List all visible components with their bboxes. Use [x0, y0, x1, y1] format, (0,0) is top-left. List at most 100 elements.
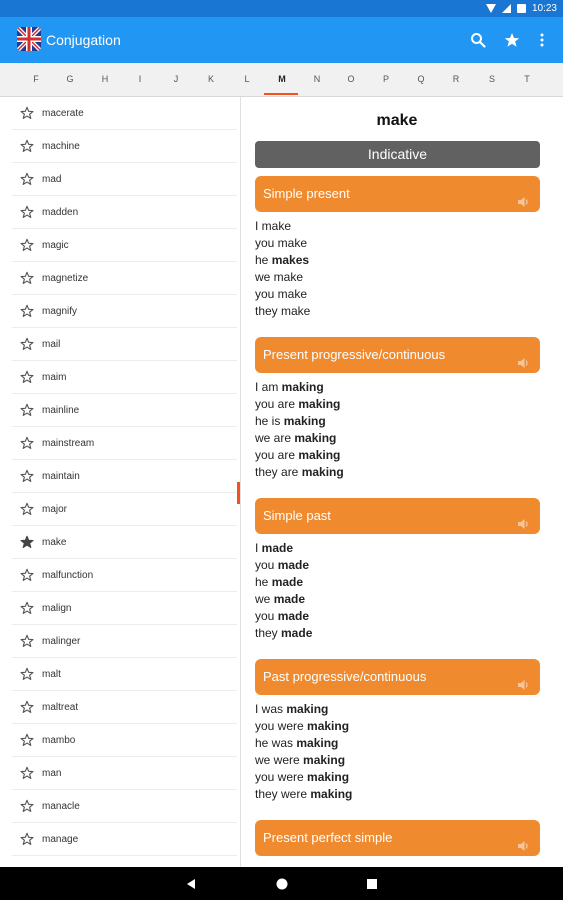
word-list-item[interactable]: mad — [12, 163, 237, 196]
system-nav-bar — [0, 867, 563, 900]
star-outline-icon[interactable] — [20, 106, 34, 120]
scrollbar-thumb[interactable] — [237, 482, 240, 504]
star-outline-icon[interactable] — [20, 733, 34, 747]
tense-header[interactable]: Simple present — [255, 176, 540, 212]
word-list-item[interactable]: malinger — [12, 625, 237, 658]
star-outline-icon[interactable] — [20, 667, 34, 681]
speaker-icon[interactable] — [516, 187, 530, 207]
word-label: malign — [42, 602, 72, 614]
star-outline-icon[interactable] — [20, 139, 34, 153]
letter-tab-s[interactable]: S — [482, 74, 502, 84]
word-list-item[interactable]: manage — [12, 823, 237, 856]
star-outline-icon[interactable] — [20, 502, 34, 516]
word-list-item[interactable]: manacle — [12, 790, 237, 823]
word-list-item[interactable]: man — [12, 757, 237, 790]
letter-tab-q[interactable]: Q — [411, 74, 431, 84]
word-list-item[interactable]: magnetize — [12, 262, 237, 295]
star-outline-icon[interactable] — [20, 436, 34, 450]
back-icon[interactable] — [184, 877, 198, 891]
speaker-icon[interactable] — [516, 348, 530, 368]
word-list-item[interactable]: magic — [12, 229, 237, 262]
word-list-item[interactable]: maltreat — [12, 691, 237, 724]
speaker-icon[interactable] — [516, 509, 530, 529]
star-icon[interactable] — [501, 29, 523, 51]
star-outline-icon[interactable] — [20, 766, 34, 780]
star-outline-icon[interactable] — [20, 205, 34, 219]
tense-name: Simple present — [263, 186, 350, 201]
word-list-item[interactable]: maim — [12, 361, 237, 394]
star-filled-icon[interactable] — [20, 535, 34, 549]
more-vert-icon[interactable] — [531, 29, 553, 51]
letter-tab-r[interactable]: R — [446, 74, 466, 84]
word-list-item[interactable]: madden — [12, 196, 237, 229]
conjugation-line: you were making — [255, 769, 540, 786]
letter-tab-g[interactable]: G — [60, 74, 80, 84]
letter-tab-m[interactable]: M — [272, 74, 292, 84]
word-list-item[interactable]: machine — [12, 130, 237, 163]
star-outline-icon[interactable] — [20, 634, 34, 648]
tense-header[interactable]: Present progressive/continuous — [255, 337, 540, 373]
conjugation-line: we make — [255, 269, 540, 286]
status-time: 10:23 — [531, 3, 557, 14]
letter-tab-k[interactable]: K — [201, 74, 221, 84]
speaker-icon[interactable] — [516, 831, 530, 851]
word-list-item[interactable]: malign — [12, 592, 237, 625]
star-outline-icon[interactable] — [20, 403, 34, 417]
word-list-item[interactable]: macerate — [12, 97, 237, 130]
tense-header[interactable]: Past progressive/continuous — [255, 659, 540, 695]
search-icon[interactable] — [467, 29, 489, 51]
star-outline-icon[interactable] — [20, 337, 34, 351]
word-list-item[interactable]: malt — [12, 658, 237, 691]
tense-header[interactable]: Simple past — [255, 498, 540, 534]
star-outline-icon[interactable] — [20, 304, 34, 318]
star-outline-icon[interactable] — [20, 799, 34, 813]
word-list-item[interactable]: mail — [12, 328, 237, 361]
star-outline-icon[interactable] — [20, 172, 34, 186]
conjugation-subject: you are — [255, 448, 299, 462]
conjugation-line: they were making — [255, 786, 540, 803]
word-list-item[interactable]: magnify — [12, 295, 237, 328]
letter-tab-n[interactable]: N — [307, 74, 327, 84]
word-label: macerate — [42, 107, 84, 119]
conjugation-subject: they are — [255, 465, 302, 479]
conjugation-subject: I make — [255, 219, 292, 233]
tense-header[interactable]: Present perfect simple — [255, 820, 540, 856]
word-list-item[interactable]: malfunction — [12, 559, 237, 592]
word-list-item[interactable]: mainline — [12, 394, 237, 427]
word-list: macerate machine mad madden magic magnetize ma… — [0, 97, 241, 867]
word-list-item[interactable]: mambo — [12, 724, 237, 757]
letter-tab-t[interactable]: T — [517, 74, 537, 84]
star-outline-icon[interactable] — [20, 469, 34, 483]
word-label: mail — [42, 338, 61, 350]
letter-tab-j[interactable]: J — [166, 74, 186, 84]
star-outline-icon[interactable] — [20, 700, 34, 714]
letter-tab-p[interactable]: P — [376, 74, 396, 84]
conjugation-verb-form: making — [281, 380, 324, 394]
word-list-item[interactable]: maintain — [12, 460, 237, 493]
conjugation-subject: he — [255, 253, 272, 267]
word-list-item[interactable]: make — [12, 526, 237, 559]
home-icon[interactable] — [275, 877, 289, 891]
conjugation-line: I was making — [255, 701, 540, 718]
mood-header[interactable]: Indicative — [255, 141, 540, 168]
letter-tab-i[interactable]: I — [130, 74, 150, 84]
word-list-item[interactable]: mainstream — [12, 427, 237, 460]
star-outline-icon[interactable] — [20, 568, 34, 582]
conjugation-verb-form: made — [281, 626, 313, 640]
conjugation-line: we were making — [255, 752, 540, 769]
star-outline-icon[interactable] — [20, 832, 34, 846]
letter-tab-l[interactable]: L — [237, 74, 257, 84]
tense-name: Simple past — [263, 508, 331, 523]
conjugation-line: they made — [255, 625, 540, 642]
star-outline-icon[interactable] — [20, 601, 34, 615]
letter-tab-h[interactable]: H — [95, 74, 115, 84]
star-outline-icon[interactable] — [20, 238, 34, 252]
conjugation-line: you make — [255, 235, 540, 252]
letter-tab-o[interactable]: O — [341, 74, 361, 84]
star-outline-icon[interactable] — [20, 271, 34, 285]
recents-icon[interactable] — [365, 877, 379, 891]
star-outline-icon[interactable] — [20, 370, 34, 384]
word-list-item[interactable]: major — [12, 493, 237, 526]
letter-tab-f[interactable]: F — [26, 74, 46, 84]
speaker-icon[interactable] — [516, 670, 530, 690]
